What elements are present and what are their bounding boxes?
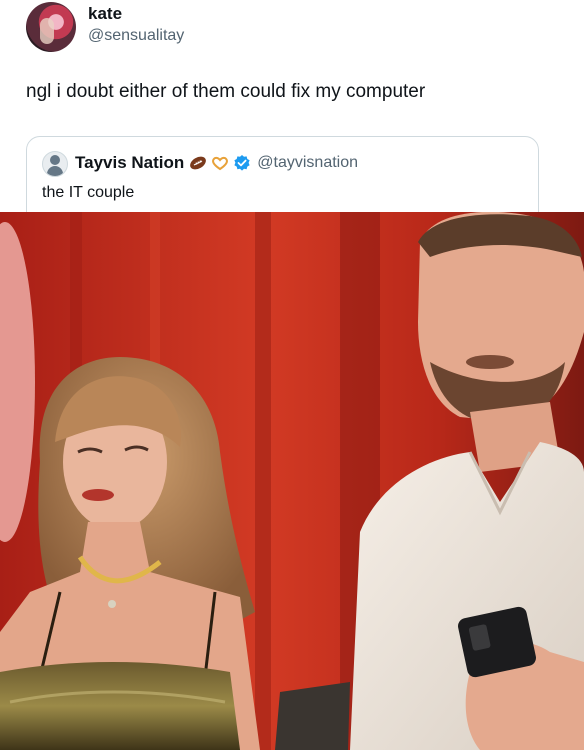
avatar[interactable] — [26, 2, 76, 52]
display-name[interactable]: kate — [88, 4, 122, 24]
verified-badge-icon — [233, 154, 251, 172]
quoted-user-handle[interactable]: @tayvisnation — [257, 154, 358, 172]
attached-photo[interactable] — [0, 212, 584, 750]
tweet-text: ngl i doubt either of them could fix my … — [26, 81, 426, 102]
quoted-tweet-text: the IT couple — [42, 184, 135, 201]
user-handle[interactable]: @sensualitay — [88, 27, 184, 45]
football-emoji-icon — [189, 155, 207, 171]
quoted-avatar[interactable] — [42, 151, 68, 177]
heart-hands-emoji-icon — [211, 155, 229, 171]
quoted-display-name[interactable]: Tayvis Nation — [75, 153, 184, 173]
